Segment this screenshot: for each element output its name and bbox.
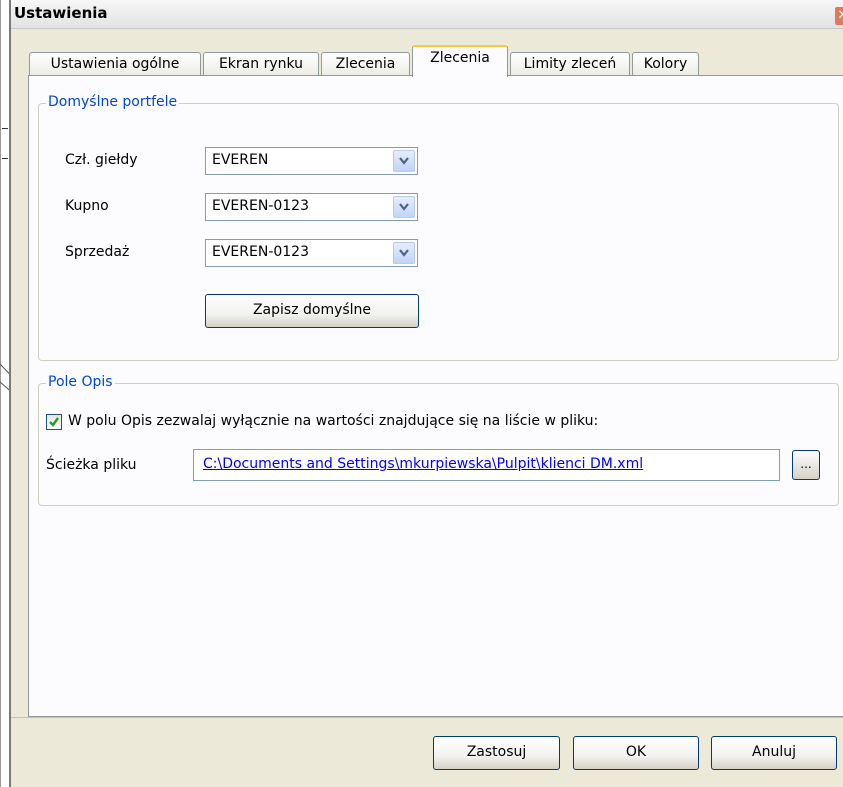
- tab-label: Ustawienia ogólne: [50, 56, 180, 72]
- tab-general-settings[interactable]: Ustawienia ogólne: [29, 52, 201, 76]
- group-legend: Pole Opis: [46, 374, 115, 390]
- chevron-down-icon[interactable]: [393, 196, 415, 218]
- buy-label: Kupno: [65, 198, 109, 214]
- restrict-values-checkbox[interactable]: [46, 414, 62, 430]
- file-path-link[interactable]: C:\Documents and Settings\mkurpiewska\Pu…: [203, 456, 643, 472]
- tab-colors[interactable]: Kolory: [632, 52, 699, 76]
- close-icon[interactable]: ✕: [835, 7, 843, 25]
- restrict-values-label: W polu Opis zezwalaj wyłącznie na wartoś…: [68, 413, 599, 429]
- chevron-down-icon[interactable]: [393, 242, 415, 264]
- sell-select[interactable]: EVEREN-0123: [205, 239, 418, 267]
- settings-dialog: Ustawienia ✕ Ustawienia ogólne Ekran ryn…: [9, 0, 843, 787]
- buy-value: EVEREN-0123: [212, 198, 309, 214]
- check-icon: [49, 417, 59, 427]
- tab-market-screen[interactable]: Ekran rynku: [203, 52, 319, 76]
- member-value: EVEREN: [212, 152, 269, 168]
- browse-button[interactable]: ...: [792, 450, 820, 480]
- tab-panel: Domyślne portfele Czł. giełdy EVEREN Kup…: [28, 75, 843, 717]
- file-path-label: Ścieżka pliku: [46, 457, 137, 473]
- default-portfolios-group: Domyślne portfele Czł. giełdy EVEREN Kup…: [38, 94, 839, 361]
- member-label: Czł. giełdy: [65, 152, 138, 168]
- apply-button[interactable]: Zastosuj: [433, 736, 560, 770]
- tab-label: Ekran rynku: [218, 56, 304, 72]
- ok-button[interactable]: OK: [573, 736, 699, 770]
- tab-label: Kolory: [643, 56, 688, 72]
- footer-separator: [11, 717, 843, 718]
- tab-orders-1[interactable]: Zlecenia: [321, 52, 410, 76]
- buy-select[interactable]: EVEREN-0123: [205, 193, 418, 221]
- description-field-group: Pole Opis W polu Opis zezwalaj wyłącznie…: [38, 374, 839, 506]
- chevron-down-icon[interactable]: [393, 150, 415, 172]
- file-path-field[interactable]: C:\Documents and Settings\mkurpiewska\Pu…: [193, 449, 780, 481]
- save-defaults-button[interactable]: Zapisz domyślne: [205, 294, 419, 328]
- title-bar: Ustawienia ✕: [11, 0, 843, 29]
- window-title: Ustawienia: [14, 4, 108, 22]
- group-legend: Domyślne portfele: [46, 94, 180, 110]
- member-select[interactable]: EVEREN: [205, 147, 418, 175]
- cancel-button[interactable]: Anuluj: [711, 736, 837, 770]
- tab-label: Zlecenia: [430, 50, 490, 66]
- tab-order-limits[interactable]: Limity zleceń: [510, 52, 630, 76]
- tab-label: Zlecenia: [335, 56, 396, 72]
- sell-value: EVEREN-0123: [212, 244, 309, 260]
- tab-label: Limity zleceń: [523, 56, 617, 72]
- tab-orders-2[interactable]: Zlecenia: [412, 45, 508, 77]
- sell-label: Sprzedaż: [65, 244, 130, 260]
